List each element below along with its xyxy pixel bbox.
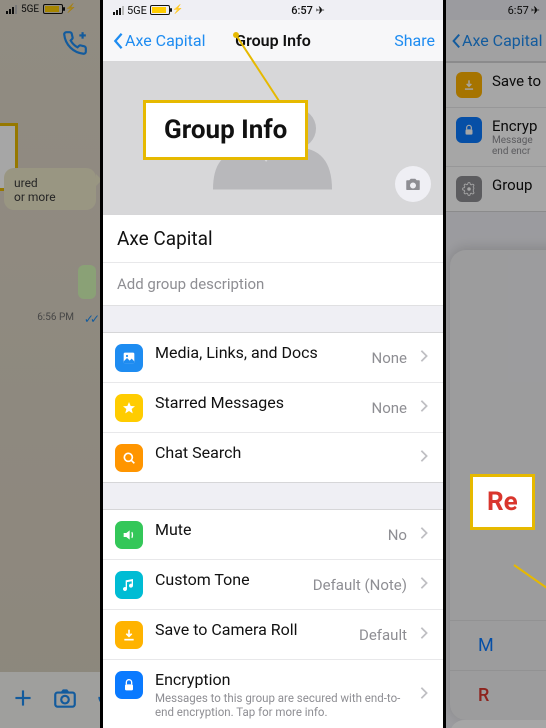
call-add-button[interactable]	[62, 30, 88, 60]
gear-icon	[456, 176, 482, 202]
chevron-right-icon	[419, 448, 429, 467]
row-label: Encryption Messages to this group are se…	[155, 670, 407, 720]
left-chat-sliver: 5GE ⚡ ured or more 6:56 PM ✓✓	[0, 0, 100, 728]
network-label: 5GE	[127, 4, 147, 17]
message-timestamp: 6:56 PM	[37, 312, 74, 323]
row-value: Default	[359, 626, 407, 644]
lock-icon	[115, 671, 143, 699]
back-button[interactable]: Axe Capital	[450, 31, 543, 50]
settings-section-right: Save to Encryp Message end encr Group	[446, 62, 546, 212]
status-bar-right: 6:57 ✈	[446, 0, 546, 20]
download-icon	[456, 72, 482, 98]
row-label: Save to	[492, 72, 541, 90]
plus-icon[interactable]	[10, 685, 36, 715]
row-value: Default (Note)	[313, 576, 407, 594]
group-name-label: Axe Capital	[117, 227, 213, 250]
mute-row[interactable]: Mute No	[103, 510, 443, 559]
media-section: Media, Links, and Docs None Starred Mess…	[103, 332, 443, 483]
encryption-row[interactable]: Encryp Message end encr	[446, 107, 546, 166]
row-value: No	[388, 526, 407, 544]
action-sheet-cancel[interactable]	[450, 720, 546, 728]
location-arrow-icon: ✈	[316, 4, 325, 17]
lock-icon	[456, 117, 482, 143]
chat-search-row[interactable]: Chat Search	[103, 432, 443, 482]
signal-bars-icon	[113, 5, 124, 15]
battery-icon: ⚡	[150, 5, 183, 15]
read-receipt-icon: ✓✓	[84, 312, 96, 326]
back-button[interactable]: Axe Capital	[111, 31, 206, 50]
location-arrow-icon: ✈	[531, 4, 540, 17]
right-action-sheet-sliver: 6:57 ✈ Axe Capital Save to Encryp Messag…	[446, 0, 546, 728]
action-sheet-destructive[interactable]: R	[450, 670, 546, 720]
chevron-right-icon	[419, 575, 429, 594]
download-icon	[115, 621, 143, 649]
clock-time: 6:57	[291, 4, 313, 17]
chevron-right-icon	[419, 348, 429, 367]
search-icon	[115, 444, 143, 472]
network-label: 5GE	[21, 4, 39, 15]
row-label: Chat Search	[155, 443, 407, 462]
clock-time: 6:57	[508, 4, 529, 17]
row-label: Starred Messages	[155, 393, 360, 412]
custom-tone-row[interactable]: Custom Tone Default (Note)	[103, 559, 443, 609]
chevron-right-icon	[419, 398, 429, 417]
star-icon	[115, 394, 143, 422]
row-label: Custom Tone	[155, 570, 301, 589]
media-icon	[115, 344, 143, 372]
chevron-right-icon	[419, 685, 429, 704]
action-sheet-item[interactable]: M	[450, 620, 546, 670]
group-name-section: Axe Capital Add group description	[103, 214, 443, 306]
nav-bar: Axe Capital Group Info Share	[103, 20, 443, 62]
row-label: Media, Links, and Docs	[155, 343, 360, 362]
chat-bubble-incoming: ured or more	[4, 168, 96, 210]
row-label: Group	[492, 176, 532, 194]
annotation-callout-right: Re	[470, 474, 535, 530]
add-description-row[interactable]: Add group description	[103, 262, 443, 305]
speaker-icon	[115, 521, 143, 549]
chevron-right-icon	[419, 625, 429, 644]
signal-bars-icon	[6, 4, 17, 14]
settings-section: Mute No Custom Tone Default (Note) Save …	[103, 509, 443, 728]
annotation-callout: Group Info	[143, 100, 308, 160]
share-button[interactable]: Share	[394, 31, 435, 50]
row-label: Save to Camera Roll	[155, 620, 347, 639]
group-info-screen: 5GE ⚡ 6:57 ✈ Axe Capital Group Info Shar…	[100, 0, 446, 728]
group-name-row[interactable]: Axe Capital	[103, 215, 443, 262]
back-label: Axe Capital	[125, 31, 206, 50]
row-label: Mute	[155, 520, 376, 539]
chevron-right-icon	[419, 525, 429, 544]
row-value: None	[372, 349, 408, 367]
encryption-row[interactable]: Encryption Messages to this group are se…	[103, 659, 443, 728]
status-bar-left: 5GE ⚡	[0, 0, 100, 18]
back-label: Axe Capital	[462, 31, 543, 50]
row-value: None	[372, 399, 408, 417]
nav-bar-right: Axe Capital	[446, 20, 546, 62]
media-links-docs-row[interactable]: Media, Links, and Docs None	[103, 333, 443, 382]
chat-bubble-outgoing	[78, 265, 96, 299]
row-subtitle: Messages to this group are secured with …	[155, 691, 407, 720]
camera-icon[interactable]	[52, 685, 78, 715]
chat-input-toolbar	[0, 672, 100, 728]
save-camera-roll-row[interactable]: Save to Camera Roll Default	[103, 609, 443, 659]
edit-photo-button[interactable]	[395, 166, 431, 202]
group-settings-row[interactable]: Group	[446, 166, 546, 211]
battery-icon: ⚡	[43, 4, 76, 14]
music-note-icon	[115, 571, 143, 599]
row-label: Encryp Message end encr	[492, 117, 537, 157]
status-bar: 5GE ⚡ 6:57 ✈	[103, 0, 443, 20]
starred-messages-row[interactable]: Starred Messages None	[103, 382, 443, 432]
save-camera-roll-row[interactable]: Save to	[446, 63, 546, 107]
